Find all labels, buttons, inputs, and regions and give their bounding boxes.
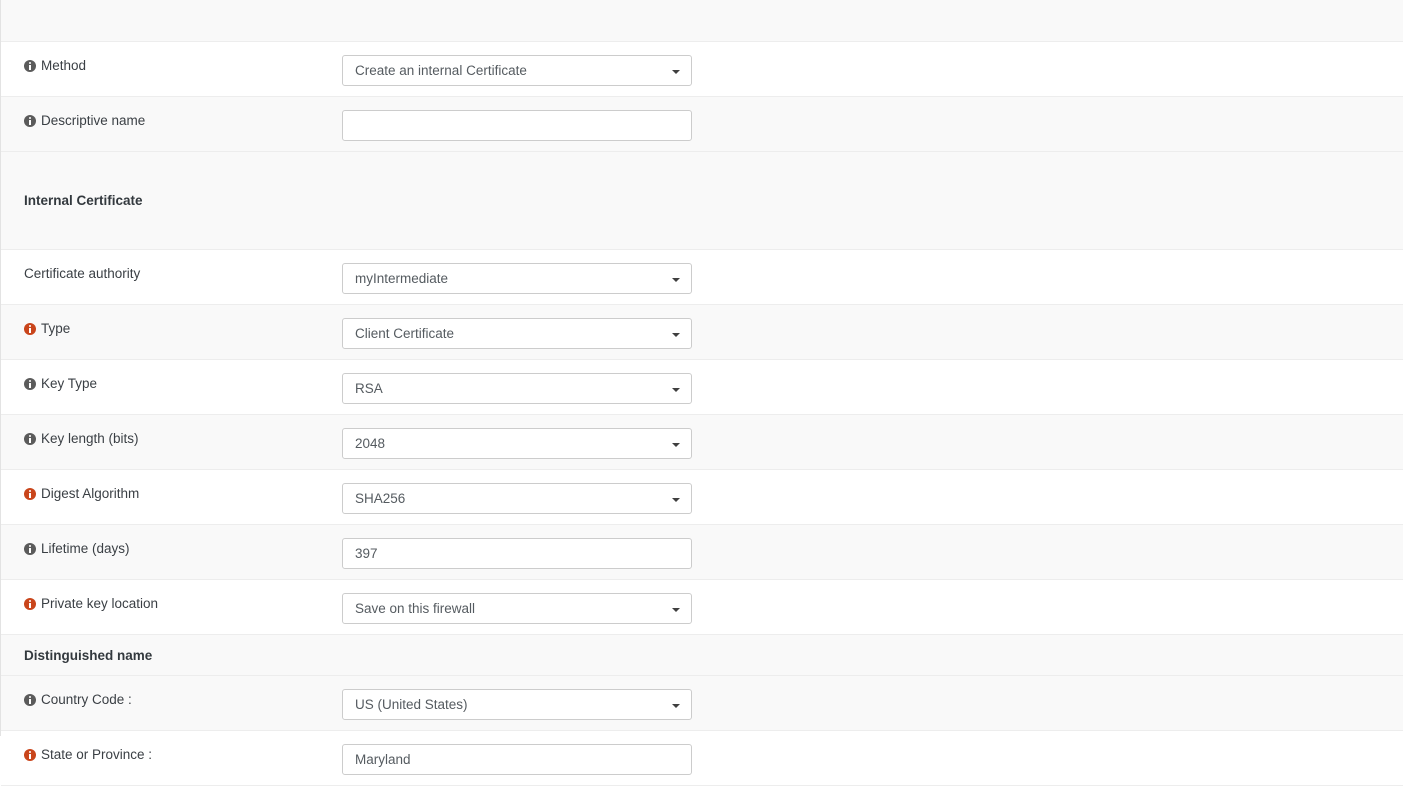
input-descriptive-name[interactable]: [342, 110, 692, 141]
label-key-type: Key Type: [1, 375, 341, 392]
section-header-internal-certificate: Internal Certificate: [1, 152, 1403, 250]
chevron-down-icon[interactable]: [672, 70, 680, 74]
form-row-private-key-location: Private key location Save on this firewal…: [1, 580, 1403, 635]
form-row-type: Type Client Certificate: [1, 305, 1403, 360]
select-key-type[interactable]: RSA: [342, 373, 692, 404]
label-private-key-location: Private key location: [1, 595, 341, 612]
control-cell-private-key-location: Save on this firewall: [341, 593, 1403, 624]
section-title: Internal Certificate: [24, 193, 143, 208]
select-private-key-location[interactable]: Save on this firewall: [342, 593, 692, 624]
info-icon[interactable]: [24, 115, 36, 127]
select-digest-algorithm[interactable]: SHA256: [342, 483, 692, 514]
info-icon[interactable]: [24, 60, 36, 72]
chevron-down-icon[interactable]: [672, 704, 680, 708]
chevron-down-icon[interactable]: [672, 278, 680, 282]
select-method[interactable]: Create an internal Certificate: [342, 55, 692, 86]
form-row-digest-algorithm: Digest Algorithm SHA256: [1, 470, 1403, 525]
control-cell-descriptive-name: [341, 110, 1403, 141]
control-value: RSA: [355, 374, 383, 403]
label-text: Lifetime (days): [41, 540, 130, 557]
label-text: Certificate authority: [24, 265, 140, 282]
select-certificate-authority[interactable]: myIntermediate: [342, 263, 692, 294]
info-icon[interactable]: [24, 694, 36, 706]
label-type: Type: [1, 320, 341, 337]
input-state-or-province[interactable]: Maryland: [342, 744, 692, 775]
required-info-icon[interactable]: [24, 488, 36, 500]
control-value: US (United States): [355, 690, 468, 719]
control-value: myIntermediate: [355, 264, 448, 293]
label-text: Type: [41, 320, 70, 337]
select-key-length-bits[interactable]: 2048: [342, 428, 692, 459]
label-state-or-province: State or Province :: [1, 746, 341, 763]
chevron-down-icon[interactable]: [672, 443, 680, 447]
label-text: Private key location: [41, 595, 158, 612]
form-row-certificate-authority: Certificate authority myIntermediate: [1, 250, 1403, 305]
control-value: Save on this firewall: [355, 594, 475, 623]
label-text: Key Type: [41, 375, 97, 392]
section-header-distinguished-name: Distinguished name: [1, 635, 1403, 676]
info-icon[interactable]: [24, 433, 36, 445]
panel-heading: [1, 0, 1403, 42]
form-row-lifetime-days: Lifetime (days) 397: [1, 525, 1403, 580]
required-info-icon[interactable]: [24, 323, 36, 335]
control-value: 397: [355, 539, 378, 568]
select-country-code[interactable]: US (United States): [342, 689, 692, 720]
label-text: Method: [41, 57, 86, 74]
control-cell-key-type: RSA: [341, 373, 1403, 404]
form-row-key-length-bits: Key length (bits) 2048: [1, 415, 1403, 470]
info-icon[interactable]: [24, 543, 36, 555]
control-value: SHA256: [355, 484, 405, 513]
control-cell-country-code: US (United States): [341, 689, 1403, 720]
chevron-down-icon[interactable]: [672, 498, 680, 502]
control-value: Create an internal Certificate: [355, 56, 527, 85]
control-cell-type: Client Certificate: [341, 318, 1403, 349]
label-method: Method: [1, 57, 341, 74]
control-value: Maryland: [355, 745, 411, 774]
form-row-method: Method Create an internal Certificate: [1, 42, 1403, 97]
chevron-down-icon[interactable]: [672, 388, 680, 392]
label-text: Digest Algorithm: [41, 485, 139, 502]
chevron-down-icon[interactable]: [672, 608, 680, 612]
label-text: Descriptive name: [41, 112, 145, 129]
form-row-key-type: Key Type RSA: [1, 360, 1403, 415]
control-cell-key-length-bits: 2048: [341, 428, 1403, 459]
control-cell-digest-algorithm: SHA256: [341, 483, 1403, 514]
control-value: 2048: [355, 429, 385, 458]
input-lifetime-days[interactable]: 397: [342, 538, 692, 569]
form-row-descriptive-name: Descriptive name: [1, 97, 1403, 152]
label-descriptive-name: Descriptive name: [1, 112, 341, 129]
certificate-form-panel: Method Create an internal Certificate Desc…: [0, 0, 1403, 736]
section-title: Distinguished name: [24, 648, 152, 663]
certificate-form: Method Create an internal Certificate Desc…: [1, 42, 1403, 786]
control-cell-certificate-authority: myIntermediate: [341, 263, 1403, 294]
required-info-icon[interactable]: [24, 598, 36, 610]
form-row-state-or-province: State or Province : Maryland: [1, 731, 1403, 786]
form-row-country-code: Country Code : US (United States): [1, 676, 1403, 731]
label-text: State or Province :: [41, 746, 152, 763]
chevron-down-icon[interactable]: [672, 333, 680, 337]
label-text: Country Code :: [41, 691, 132, 708]
required-info-icon[interactable]: [24, 749, 36, 761]
select-type[interactable]: Client Certificate: [342, 318, 692, 349]
label-digest-algorithm: Digest Algorithm: [1, 485, 341, 502]
label-certificate-authority: Certificate authority: [1, 265, 341, 282]
label-lifetime-days: Lifetime (days): [1, 540, 341, 557]
label-country-code: Country Code :: [1, 691, 341, 708]
control-cell-lifetime-days: 397: [341, 538, 1403, 569]
label-text: Key length (bits): [41, 430, 139, 447]
info-icon[interactable]: [24, 378, 36, 390]
label-key-length-bits: Key length (bits): [1, 430, 341, 447]
control-cell-state-or-province: Maryland: [341, 744, 1403, 775]
control-cell-method: Create an internal Certificate: [341, 55, 1403, 86]
control-value: Client Certificate: [355, 319, 454, 348]
